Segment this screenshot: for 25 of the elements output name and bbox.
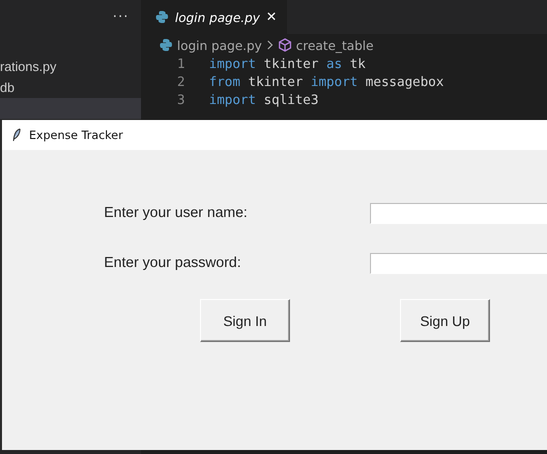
cube-icon xyxy=(278,38,292,52)
python-icon xyxy=(155,10,169,24)
feather-icon xyxy=(12,128,21,142)
input-field[interactable] xyxy=(370,202,547,224)
field-label: Enter your password: xyxy=(104,255,242,271)
close-tab-button[interactable]: ✕ xyxy=(266,10,277,24)
code-line: import tkinter as tk xyxy=(209,56,366,74)
line-number: 3 xyxy=(176,92,186,110)
input-field[interactable] xyxy=(370,252,547,274)
file-item[interactable]: db xyxy=(0,77,141,98)
python-icon xyxy=(159,38,173,52)
code-line: import sqlite3 xyxy=(209,92,319,110)
breadcrumb-item[interactable]: login page.py xyxy=(177,38,262,52)
line-number: 1 xyxy=(176,56,186,74)
breadcrumb-item[interactable]: create_table xyxy=(296,38,374,52)
dialog-button[interactable]: Sign In xyxy=(200,299,290,342)
editor-tab[interactable]: login page.py ✕ xyxy=(141,0,287,34)
field-label: Enter your user name: xyxy=(104,205,248,221)
line-number: 2 xyxy=(176,74,186,92)
more-actions-button[interactable]: ··· xyxy=(112,9,129,25)
code-line: from tkinter import messagebox xyxy=(209,74,444,92)
chevron-right-icon xyxy=(266,40,274,50)
dialog-button[interactable]: Sign Up xyxy=(400,299,490,342)
window-title: Expense Tracker xyxy=(29,128,123,142)
file-item[interactable]: rations.py xyxy=(0,56,141,77)
